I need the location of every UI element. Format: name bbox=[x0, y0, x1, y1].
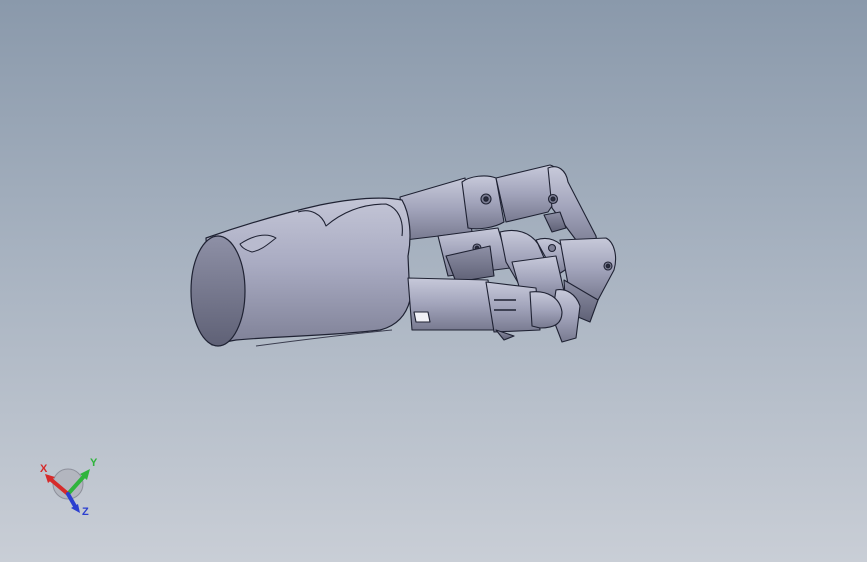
graphics-viewport[interactable]: X Y Z bbox=[0, 0, 867, 562]
axis-triad: X Y Z bbox=[40, 457, 98, 518]
robotic-hand-model[interactable] bbox=[0, 0, 867, 562]
z-axis-label: Z bbox=[82, 506, 89, 518]
x-axis-label: X bbox=[40, 463, 48, 475]
palm-body[interactable] bbox=[190, 197, 411, 347]
y-axis-label: Y bbox=[90, 457, 98, 469]
